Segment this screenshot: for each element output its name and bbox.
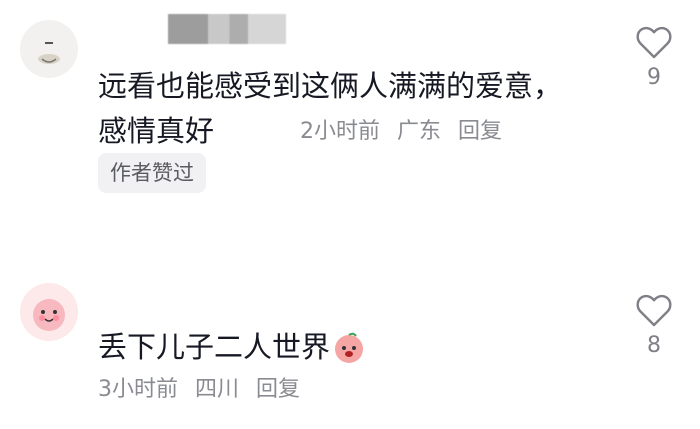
cartoon-avatar-icon[interactable] — [20, 20, 78, 78]
reply-button[interactable]: 回复 — [458, 119, 502, 144]
like-count: 9 — [647, 65, 661, 90]
comment-text: 丢下儿子二人世界 — [98, 325, 568, 370]
comment-meta: 3小时前 四川 回复 — [98, 375, 310, 405]
like-button[interactable]: 9 — [632, 26, 676, 90]
comment-location: 广东 — [397, 119, 442, 144]
like-count: 8 — [647, 333, 661, 358]
comment-item: 远看也能感受到这俩人满满的爱意，感情真好 2小时前 广东 回复 作者赞过 9 — [0, 0, 700, 215]
comment-time: 2小时前 — [300, 119, 380, 144]
pink-peach-avatar-icon[interactable] — [20, 283, 78, 341]
reply-button[interactable]: 回复 — [256, 377, 300, 402]
comment-body: 丢下儿子二人世界 — [98, 330, 331, 364]
username-placeholder — [168, 14, 286, 44]
comment-location: 四川 — [195, 377, 240, 402]
heart-icon[interactable] — [636, 26, 672, 59]
peach-face-emoji-icon — [332, 331, 366, 365]
heart-icon[interactable] — [636, 294, 672, 327]
author-liked-badge: 作者赞过 — [98, 153, 206, 193]
comment-meta: 2小时前 广东 回复 — [300, 117, 512, 147]
comment-item: 丢下儿子二人世界 3小时前 四川 回复 8 — [0, 270, 700, 429]
comment-time: 3小时前 — [98, 377, 178, 402]
like-button[interactable]: 8 — [632, 294, 676, 358]
